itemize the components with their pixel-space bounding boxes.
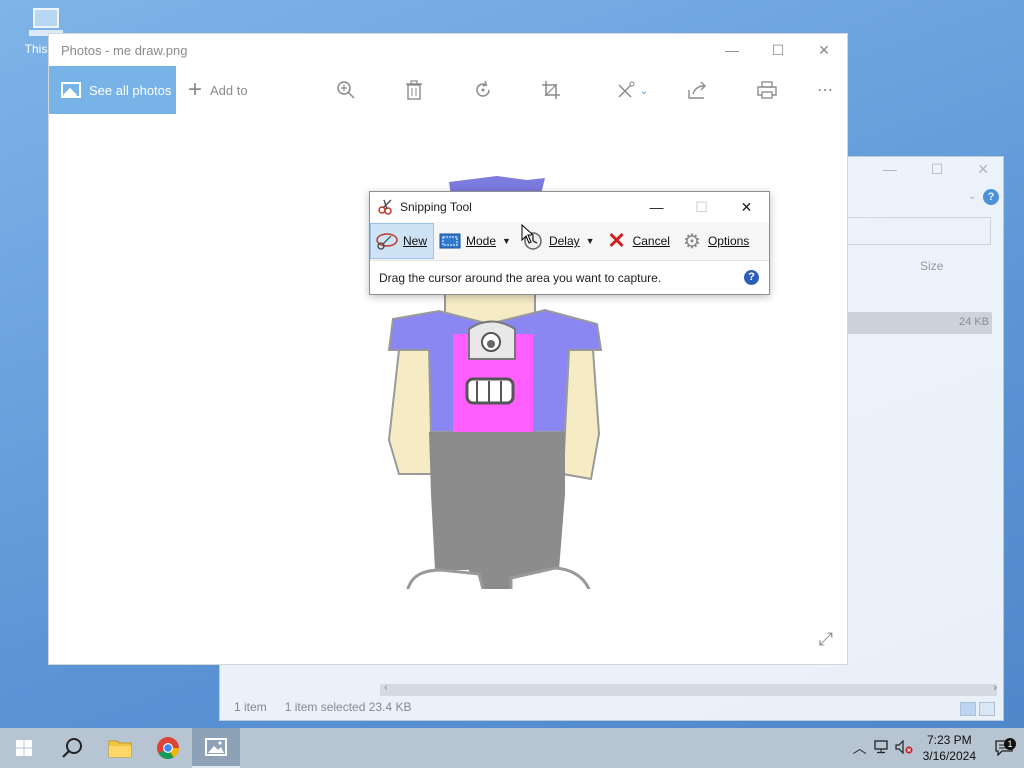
- options-button[interactable]: ⚙ Options: [676, 223, 755, 259]
- network-icon[interactable]: [871, 739, 893, 757]
- status-item-count: 1 item: [234, 700, 267, 714]
- chevron-up-icon[interactable]: ︿: [849, 738, 871, 758]
- snipping-tool-title: Snipping Tool: [400, 200, 472, 214]
- cancel-label: Cancel: [632, 234, 670, 248]
- gear-icon: ⚙: [682, 230, 701, 253]
- rotate-icon[interactable]: [472, 66, 494, 114]
- maximize-icon[interactable]: ☐: [931, 161, 944, 178]
- photos-window[interactable]: Photos - me draw.png — ☐ ✕ See all photo…: [48, 33, 848, 665]
- crop-icon[interactable]: [540, 66, 562, 114]
- windows-logo-icon: [16, 740, 32, 756]
- start-button[interactable]: [0, 728, 48, 768]
- instruction-text: Drag the cursor around the area you want…: [379, 270, 662, 285]
- photos-titlebar: Photos - me draw.png — ☐ ✕: [49, 34, 847, 66]
- see-all-photos-label: See all photos: [89, 82, 172, 98]
- clock[interactable]: 7:23 PM 3/16/2024: [915, 732, 984, 764]
- share-icon[interactable]: [687, 66, 709, 114]
- file-size-cell: 24 KB: [959, 316, 989, 328]
- mode-label: Mode: [466, 234, 497, 248]
- view-switcher: [960, 702, 995, 716]
- photo-icon: [61, 82, 81, 98]
- edit-and-create-icon[interactable]: ⌄: [611, 66, 655, 114]
- action-center-button[interactable]: 1: [984, 738, 1024, 756]
- scroll-left-icon[interactable]: ‹: [384, 682, 388, 694]
- chevron-down-icon: ⌄: [639, 84, 649, 97]
- column-header-size[interactable]: Size: [920, 259, 943, 273]
- close-icon[interactable]: ✕: [724, 199, 769, 216]
- maximize-icon: ☐: [695, 198, 708, 215]
- search-button[interactable]: [48, 728, 96, 768]
- mode-dropdown-icon[interactable]: ▼: [502, 236, 511, 246]
- expand-icon[interactable]: ⤢: [819, 629, 833, 650]
- chevron-down-icon[interactable]: ⌄: [968, 189, 977, 202]
- taskbar-chrome[interactable]: [144, 728, 192, 768]
- new-snip-icon: [375, 231, 399, 251]
- volume-muted-icon[interactable]: [893, 739, 915, 757]
- options-label: Options: [707, 234, 750, 248]
- clock-date: 3/16/2024: [922, 749, 976, 763]
- large-icons-view-icon[interactable]: [979, 702, 995, 716]
- minimize-icon[interactable]: —: [883, 161, 897, 178]
- plus-icon: +: [188, 76, 203, 103]
- chrome-icon: [157, 737, 179, 759]
- explorer-window-controls: — ☐ ✕: [883, 161, 989, 178]
- folder-icon: [108, 740, 132, 758]
- minimize-icon[interactable]: —: [634, 199, 679, 216]
- scissors-icon: [378, 199, 392, 215]
- details-view-icon[interactable]: [960, 702, 976, 716]
- status-bar: 1 item 1 item selected 23.4 KB: [234, 700, 411, 714]
- new-label: New: [403, 234, 428, 248]
- mode-button[interactable]: Mode ▼: [434, 223, 517, 259]
- print-icon[interactable]: [756, 66, 778, 114]
- delay-label: Delay: [548, 234, 580, 248]
- taskbar-photos[interactable]: [192, 728, 240, 768]
- new-snip-button[interactable]: New: [370, 223, 435, 259]
- taskbar: ︿ 7:23 PM 3/16/2024 1: [0, 728, 1024, 768]
- window-title: Photos - me draw.png: [61, 42, 188, 58]
- scroll-right-icon[interactable]: ›: [993, 682, 997, 694]
- snipping-tool-titlebar: Snipping Tool — ☐ ✕: [370, 192, 769, 222]
- more-options-icon[interactable]: ⋯: [814, 66, 836, 114]
- add-to-label: Add to: [210, 82, 248, 98]
- clock-time: 7:23 PM: [926, 733, 972, 747]
- photos-icon: [205, 738, 227, 756]
- snipping-toolbar: New Mode ▼ Delay ▼ ✕ Cancel ⚙ Options: [370, 222, 769, 260]
- zoom-in-icon[interactable]: [335, 66, 357, 114]
- system-tray: ︿ 7:23 PM 3/16/2024 1: [849, 728, 1024, 768]
- cancel-button[interactable]: ✕ Cancel: [601, 223, 676, 259]
- close-icon[interactable]: ✕: [977, 161, 989, 178]
- delete-icon[interactable]: [403, 66, 425, 114]
- status-selected-size: 23.4 KB: [368, 700, 412, 714]
- cancel-x-icon: ✕: [607, 228, 626, 253]
- help-icon[interactable]: ?: [744, 270, 759, 285]
- minimize-icon[interactable]: —: [709, 42, 755, 59]
- taskbar-file-explorer[interactable]: [96, 728, 144, 768]
- help-icon[interactable]: ?: [983, 189, 999, 205]
- instruction-bar: Drag the cursor around the area you want…: [370, 260, 769, 294]
- horizontal-scrollbar[interactable]: [380, 684, 997, 696]
- maximize-icon[interactable]: ☐: [755, 42, 801, 59]
- status-selected: 1 item selected: [284, 700, 366, 714]
- close-icon[interactable]: ✕: [801, 42, 847, 59]
- photos-toolbar: See all photos + Add to: [49, 66, 847, 114]
- notification-count-badge: 1: [1004, 738, 1016, 750]
- mode-icon: [438, 231, 462, 251]
- see-all-photos-button[interactable]: See all photos: [49, 66, 176, 114]
- delay-dropdown-icon[interactable]: ▼: [586, 236, 595, 246]
- snipping-tool-window[interactable]: Snipping Tool — ☐ ✕ New Mode ▼ Delay ▼ ✕…: [369, 191, 770, 295]
- add-to-button[interactable]: + Add to: [188, 78, 248, 102]
- search-icon: [62, 738, 82, 758]
- mouse-cursor-icon: [521, 224, 535, 244]
